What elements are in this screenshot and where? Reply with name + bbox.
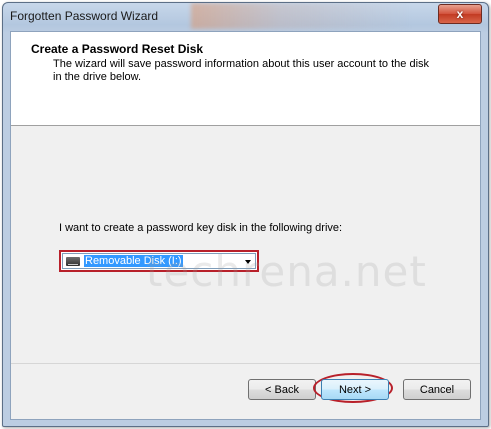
close-button[interactable]: x [438, 4, 482, 24]
background-blur [191, 3, 411, 29]
wizard-header: Create a Password Reset Disk The wizard … [11, 32, 480, 126]
back-button[interactable]: < Back [248, 379, 316, 400]
watermark: techrena.net [146, 247, 427, 296]
drive-prompt-label: I want to create a password key disk in … [59, 222, 343, 234]
close-icon: x [456, 7, 464, 21]
page-title: Create a Password Reset Disk [31, 42, 204, 56]
cancel-button[interactable]: Cancel [403, 379, 471, 400]
removable-drive-icon [66, 257, 80, 266]
title-bar[interactable]: Forgotten Password Wizard x [3, 3, 488, 31]
page-description: The wizard will save password informatio… [53, 58, 430, 83]
footer-divider [11, 363, 480, 364]
wizard-window: Forgotten Password Wizard x Create a Pas… [2, 2, 489, 427]
window-title: Forgotten Password Wizard [10, 9, 159, 23]
wizard-body: Create a Password Reset Disk The wizard … [10, 31, 481, 420]
next-button[interactable]: Next > [321, 379, 389, 400]
